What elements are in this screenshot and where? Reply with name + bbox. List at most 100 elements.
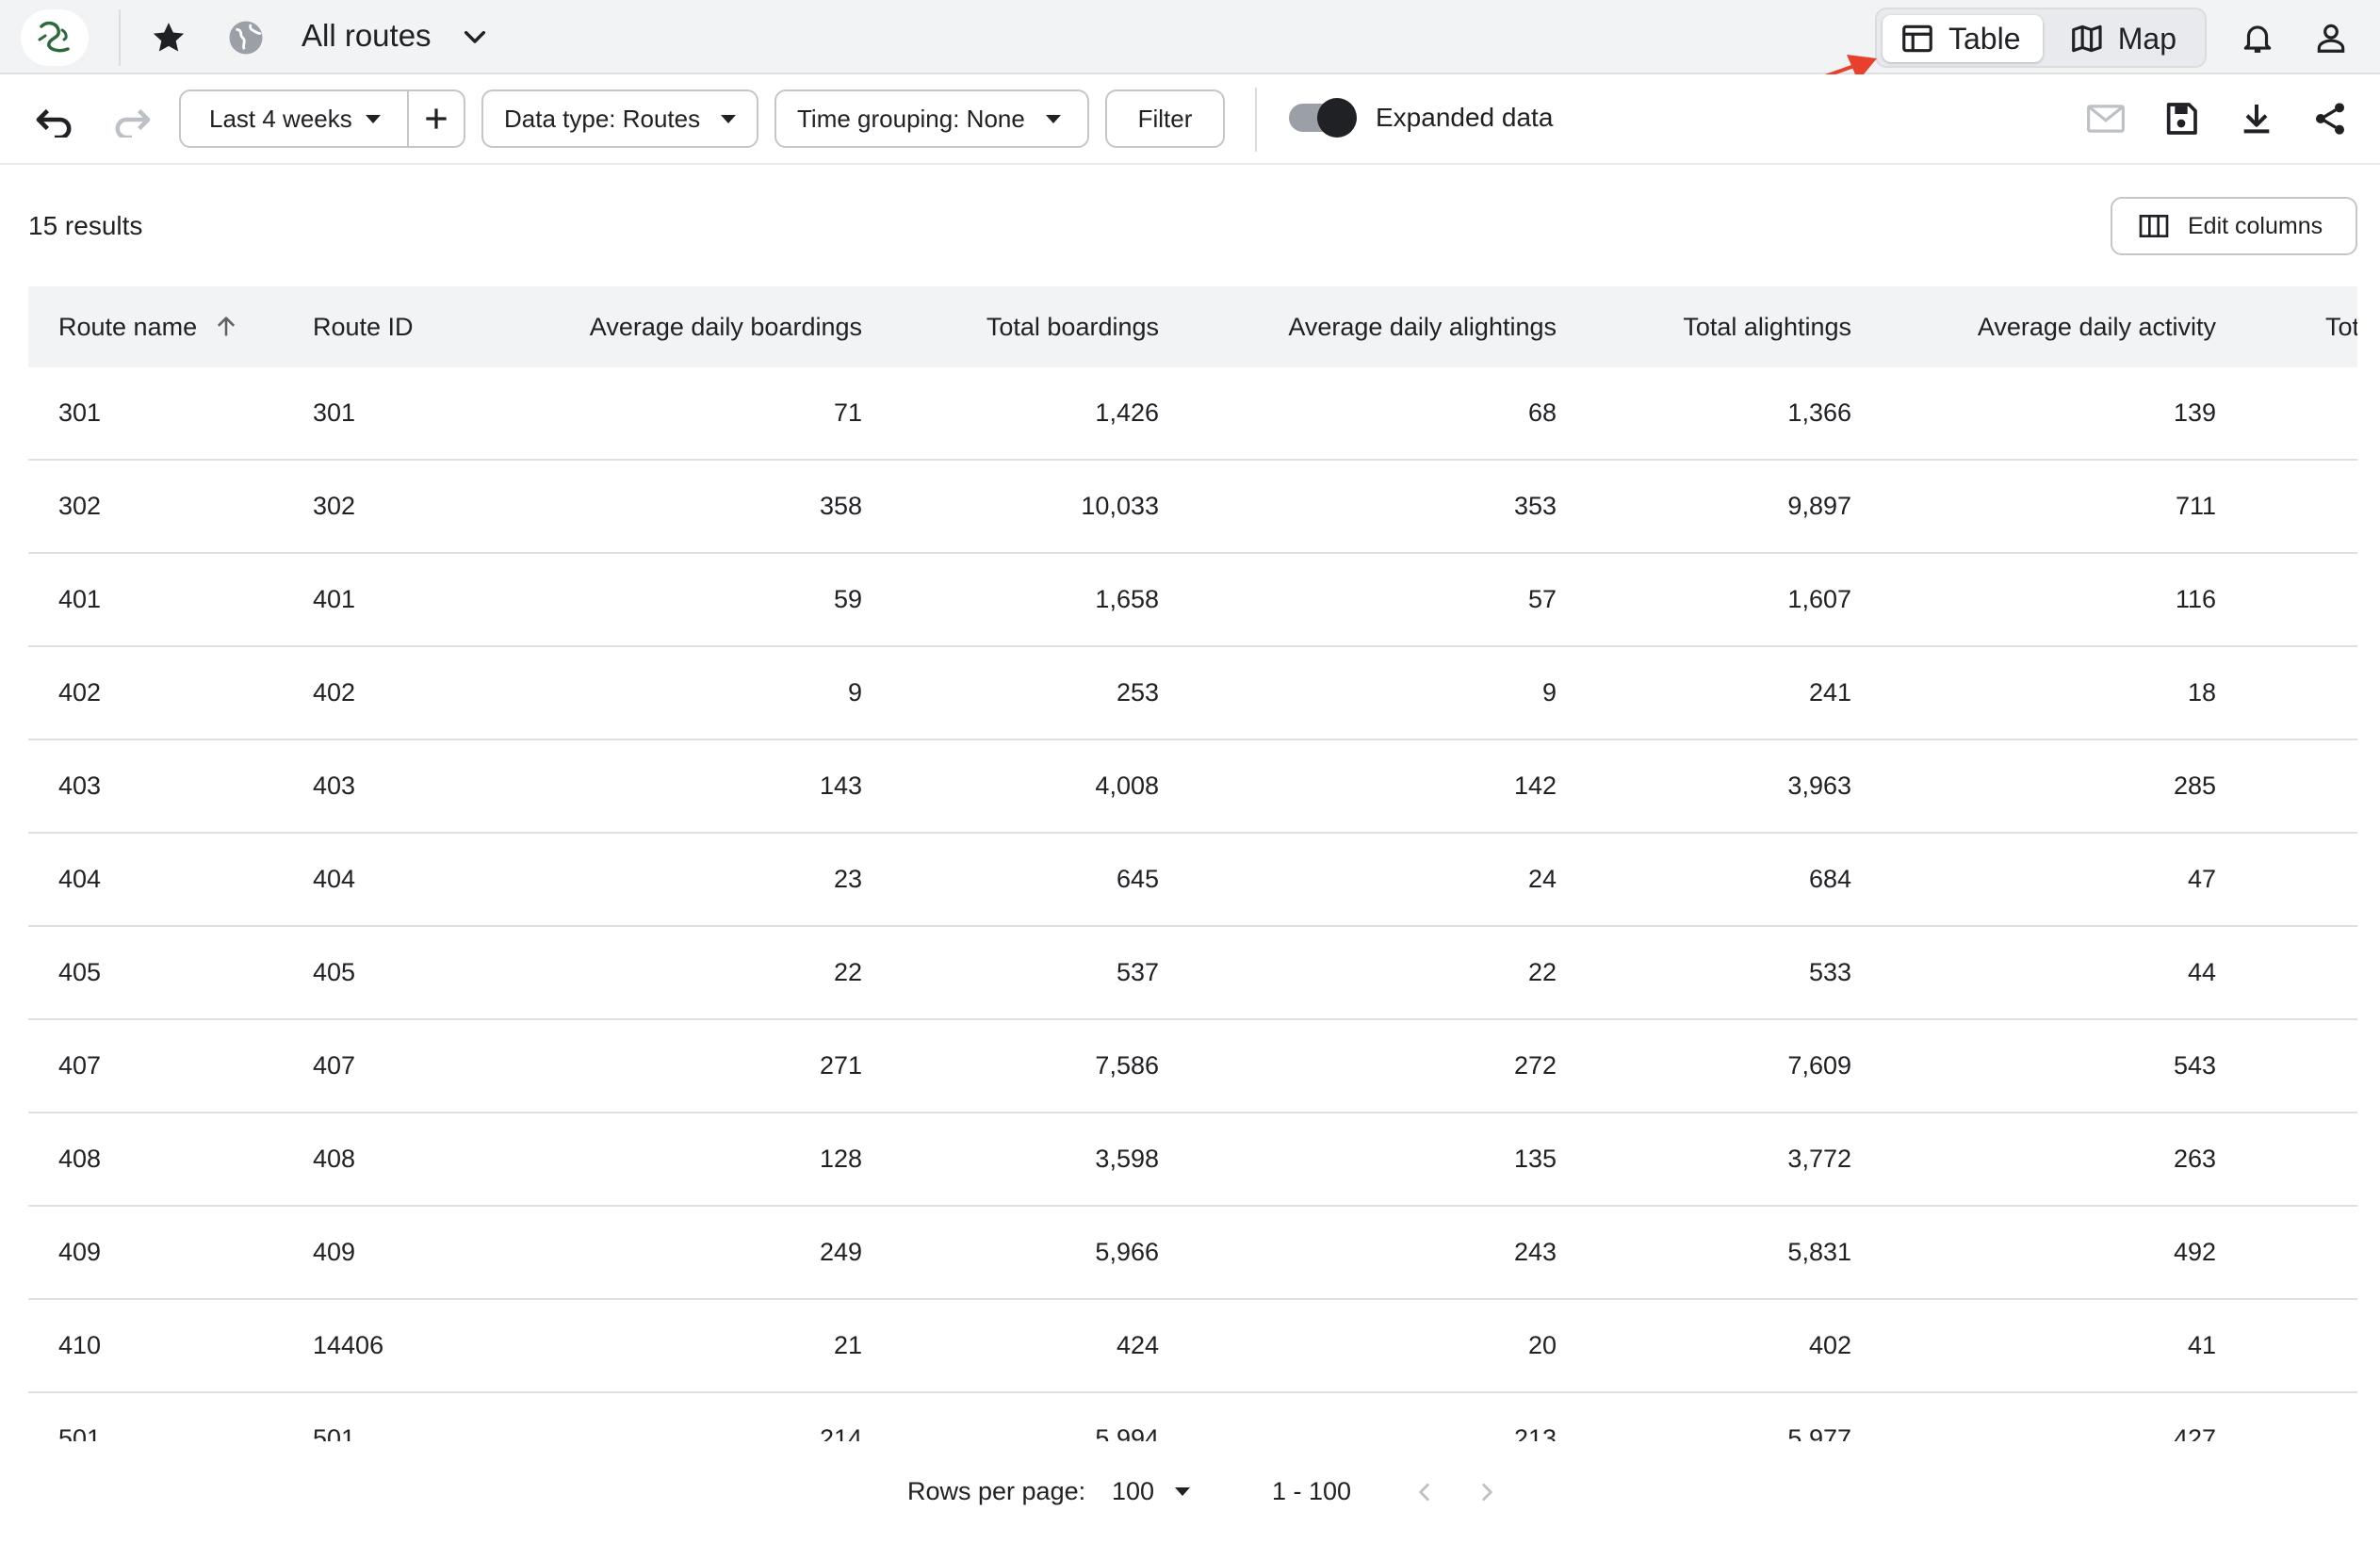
table-row[interactable]: 301 301 71 1,426 68 1,366 139 [28,367,2357,461]
columns-icon [2139,215,2169,237]
share-icon[interactable] [2307,95,2354,142]
sort-ascending-icon [217,317,236,336]
cell-total-alightings: 684 [1808,865,1851,893]
chevron-right-icon[interactable] [1470,1471,1504,1513]
save-icon[interactable] [2158,95,2205,142]
caret-down-icon [365,114,381,123]
cell-avg-daily-boardings: 9 [847,678,862,707]
caret-down-icon [1175,1486,1191,1496]
table-view-button[interactable]: Table [1883,15,2043,62]
time-grouping-dropdown[interactable]: Time grouping: None [774,89,1089,148]
date-range-selector: Last 4 weeks [179,89,465,148]
cell-total-boardings: 5,966 [1095,1238,1159,1266]
expanded-data-toggle-knob[interactable] [1317,98,1357,138]
cell-route-id: 403 [313,772,356,800]
cell-avg-daily-activity: 47 [2187,865,2216,893]
cell-route-id: 402 [313,678,356,707]
cell-route-id: 302 [313,492,356,520]
cell-avg-daily-alightings: 142 [1513,772,1557,800]
caret-down-icon [721,114,737,123]
cell-route-id: 408 [313,1145,356,1173]
routes-table: Route name Route ID Average daily boardi… [28,286,2357,1441]
cell-avg-daily-boardings: 128 [819,1145,862,1173]
table-row[interactable]: 403 403 143 4,008 142 3,963 285 [28,740,2357,834]
date-range-dropdown[interactable]: Last 4 weeks [181,91,407,146]
cell-avg-daily-alightings: 22 [1527,958,1557,986]
cell-route-name: 501 [58,1424,102,1441]
data-type-dropdown[interactable]: Data type: Routes [481,89,758,148]
undo-icon[interactable] [28,97,81,142]
cell-total-alightings: 3,772 [1787,1145,1851,1173]
data-type-label: Data type: Routes [504,104,701,133]
cell-avg-daily-alightings: 24 [1527,865,1557,893]
cell-avg-daily-alightings: 243 [1513,1238,1557,1266]
app-logo-icon [38,21,70,53]
table-row[interactable]: 410 14406 21 424 20 402 41 [28,1300,2357,1393]
account-icon[interactable] [2308,15,2354,60]
edit-columns-button[interactable]: Edit columns [2111,197,2357,255]
cell-route-name: 405 [58,958,102,986]
chevron-down-icon[interactable] [454,17,496,58]
cell-total-boardings: 5,994 [1095,1424,1159,1441]
chevron-left-icon[interactable] [1408,1471,1442,1513]
star-icon[interactable] [145,15,192,60]
cell-avg-daily-boardings: 358 [819,492,862,520]
table-row[interactable]: 408 408 128 3,598 135 3,772 263 [28,1113,2357,1207]
cell-total-boardings: 645 [1116,865,1159,893]
table-row[interactable]: 409 409 249 5,966 243 5,831 492 [28,1207,2357,1300]
cell-total-alightings: 7,609 [1787,1051,1851,1080]
cell-route-name: 401 [58,585,102,613]
column-header-total-alightings[interactable]: Total alightings [1573,286,1851,367]
cell-avg-daily-activity: 285 [2173,772,2216,800]
cell-avg-daily-alightings: 68 [1527,398,1557,427]
cell-total-boardings: 253 [1116,678,1159,707]
table-row[interactable]: 401 401 59 1,658 57 1,607 116 [28,554,2357,647]
cell-route-name: 404 [58,865,102,893]
download-icon[interactable] [2233,95,2280,142]
cell-avg-daily-boardings: 59 [833,585,862,613]
filter-label: Filter [1137,104,1193,133]
cell-total-boardings: 10,033 [1081,492,1159,520]
mail-icon[interactable] [2082,95,2129,142]
table-row[interactable]: 407 407 271 7,586 272 7,609 543 [28,1020,2357,1113]
column-header-route-id[interactable]: Route ID [313,286,414,367]
cell-route-name: 402 [58,678,102,707]
redo-icon[interactable] [106,97,158,142]
column-header-label: Route name [58,313,198,341]
table-row[interactable]: 302 302 358 10,033 353 9,897 711 [28,461,2357,554]
column-header-total-activity[interactable]: Tot [2325,286,2357,367]
cell-avg-daily-activity: 427 [2173,1424,2216,1441]
toolbar: Last 4 weeks Data type: Routes Time grou… [0,74,2380,165]
table-row[interactable]: 405 405 22 537 22 533 44 [28,927,2357,1020]
cell-route-id: 401 [313,585,356,613]
table-row[interactable]: 402 402 9 253 9 241 18 [28,647,2357,740]
globe-icon[interactable] [222,15,269,60]
table-row[interactable]: 404 404 23 645 24 684 47 [28,834,2357,927]
cell-total-boardings: 4,008 [1095,772,1159,800]
rows-per-page-dropdown[interactable]: 100 [1112,1468,1191,1515]
cell-avg-daily-activity: 44 [2187,958,2216,986]
cell-avg-daily-boardings: 71 [833,398,862,427]
cell-total-alightings: 5,831 [1787,1238,1851,1266]
column-header-avg-daily-alightings[interactable]: Average daily alightings [1178,286,1557,367]
cell-avg-daily-activity: 18 [2187,678,2216,707]
table-row[interactable]: 501 501 214 5,994 213 5,977 427 [28,1393,2357,1441]
filter-button[interactable]: Filter [1105,89,1225,148]
cell-total-boardings: 537 [1116,958,1159,986]
map-view-button[interactable]: Map [2052,15,2193,62]
map-view-label: Map [2117,21,2176,56]
cell-total-alightings: 9,897 [1787,492,1851,520]
column-header-total-boardings[interactable]: Total boardings [876,286,1159,367]
bell-icon[interactable] [2235,15,2280,60]
app-logo[interactable] [21,9,89,66]
top-bar: All routes Table Map [0,0,2380,74]
rows-per-page-label: Rows per page: [907,1477,1086,1505]
add-date-range-button[interactable] [409,91,464,146]
column-header-avg-daily-activity[interactable]: Average daily activity [1866,286,2216,367]
column-header-avg-daily-boardings[interactable]: Average daily boardings [499,286,862,367]
cell-avg-daily-boardings: 22 [833,958,862,986]
column-header-route-name[interactable]: Route name [58,286,236,367]
cell-avg-daily-boardings: 23 [833,865,862,893]
cell-route-id: 409 [313,1238,356,1266]
table-icon [1902,24,1932,53]
